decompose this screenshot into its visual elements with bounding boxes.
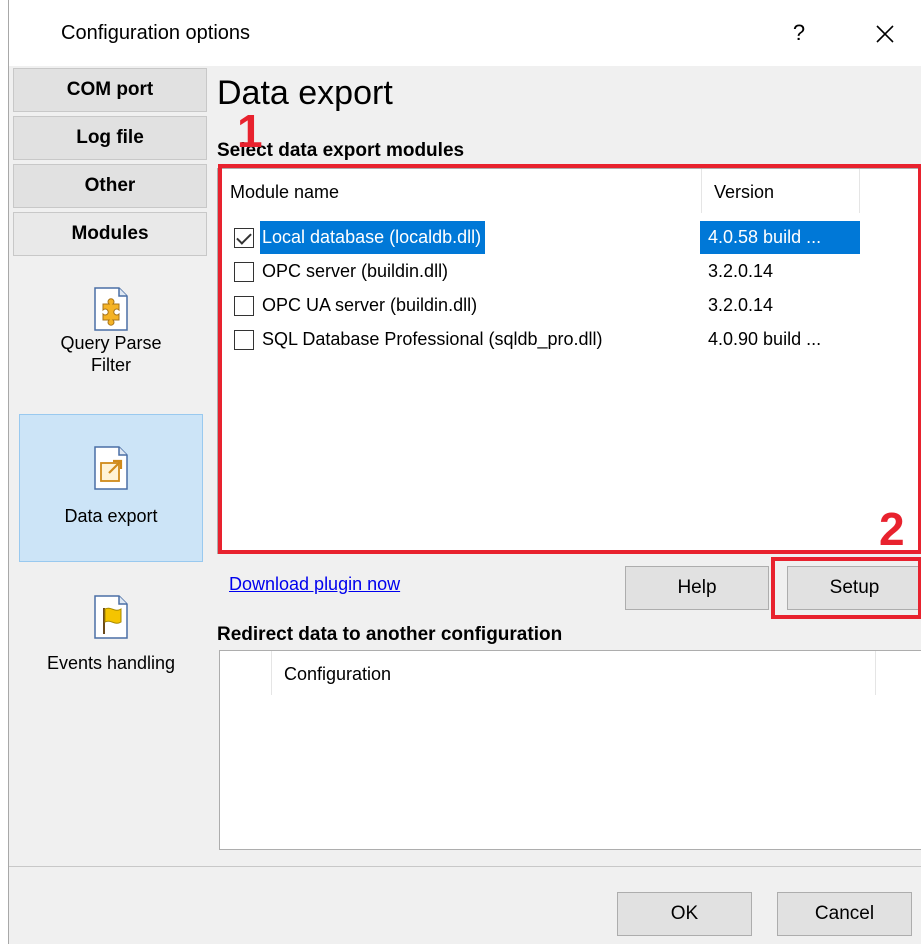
column-header-module-name[interactable]: Module name <box>218 169 702 213</box>
column-header-blank <box>220 651 272 695</box>
sidebar-item-com-port[interactable]: COM port <box>13 68 207 112</box>
module-row[interactable]: OPC UA server (buildin.dll) 3.2.0.14 <box>224 289 860 322</box>
title-bar: Configuration options ? <box>9 0 921 66</box>
sidebar: COM port Log file Other Modules Query Pa… <box>9 66 209 866</box>
ok-button[interactable]: OK <box>617 892 752 936</box>
module-version: 3.2.0.14 <box>708 261 774 281</box>
module-name: SQL Database Professional (sqldb_pro.dll… <box>262 329 603 349</box>
sidebar-item-modules[interactable]: Modules <box>13 212 207 256</box>
tool-label-line1: Data export <box>64 506 158 526</box>
puzzle-icon <box>91 286 131 332</box>
column-header-configuration[interactable]: Configuration <box>272 651 876 695</box>
configuration-window: Configuration options ? COM port Log fil… <box>8 0 921 944</box>
module-name: OPC UA server (buildin.dll) <box>262 295 478 315</box>
module-version: 3.2.0.14 <box>708 295 774 315</box>
module-checkbox[interactable] <box>234 262 254 282</box>
annotation-marker-1: 1 <box>237 105 263 157</box>
module-row[interactable]: SQL Database Professional (sqldb_pro.dll… <box>224 323 860 356</box>
tool-data-export[interactable]: Data export <box>19 414 203 562</box>
sidebar-item-log-file[interactable]: Log file <box>13 116 207 160</box>
modules-list[interactable]: Module name Version Local database (loca… <box>217 168 921 554</box>
window-title: Configuration options <box>61 22 251 44</box>
module-row[interactable]: Local database (localdb.dll) 4.0.58 buil… <box>224 221 860 254</box>
download-plugin-link[interactable]: Download plugin now <box>229 574 400 595</box>
redirect-list[interactable]: Configuration <box>219 650 921 850</box>
flag-icon <box>91 594 131 640</box>
redirect-list-header: Configuration <box>220 651 880 695</box>
export-icon <box>91 445 131 491</box>
module-checkbox[interactable] <box>234 330 254 350</box>
modules-list-header: Module name Version <box>218 169 862 213</box>
help-title-button[interactable]: ? <box>789 20 809 46</box>
close-icon[interactable] <box>865 14 905 54</box>
tool-events-handling[interactable]: Events handling <box>19 588 203 698</box>
module-checkbox[interactable] <box>234 296 254 316</box>
sidebar-item-other[interactable]: Other <box>13 164 207 208</box>
setup-button[interactable]: Setup <box>787 566 921 610</box>
annotation-marker-2: 2 <box>879 503 905 555</box>
tool-label-line1: Events handling <box>46 653 176 673</box>
module-name: Local database (localdb.dll) <box>260 221 486 254</box>
column-header-version[interactable]: Version <box>702 169 860 213</box>
help-button[interactable]: Help <box>625 566 769 610</box>
footer-divider <box>9 866 921 867</box>
module-checkbox[interactable] <box>234 228 254 248</box>
module-version: 4.0.90 build ... <box>708 329 822 349</box>
tool-label-line2: Filter <box>91 355 131 375</box>
tool-label-line1: Query Parse <box>60 333 162 353</box>
cancel-button[interactable]: Cancel <box>777 892 912 936</box>
redirect-section-label: Redirect data to another configuration <box>217 624 563 645</box>
module-version: 4.0.58 build ... <box>700 221 860 254</box>
module-row[interactable]: OPC server (buildin.dll) 3.2.0.14 <box>224 255 860 288</box>
main-panel: Data export Select data export modules M… <box>215 66 921 866</box>
tool-query-parse-filter[interactable]: Query Parse Filter <box>19 276 203 406</box>
module-name: OPC server (buildin.dll) <box>262 261 449 281</box>
